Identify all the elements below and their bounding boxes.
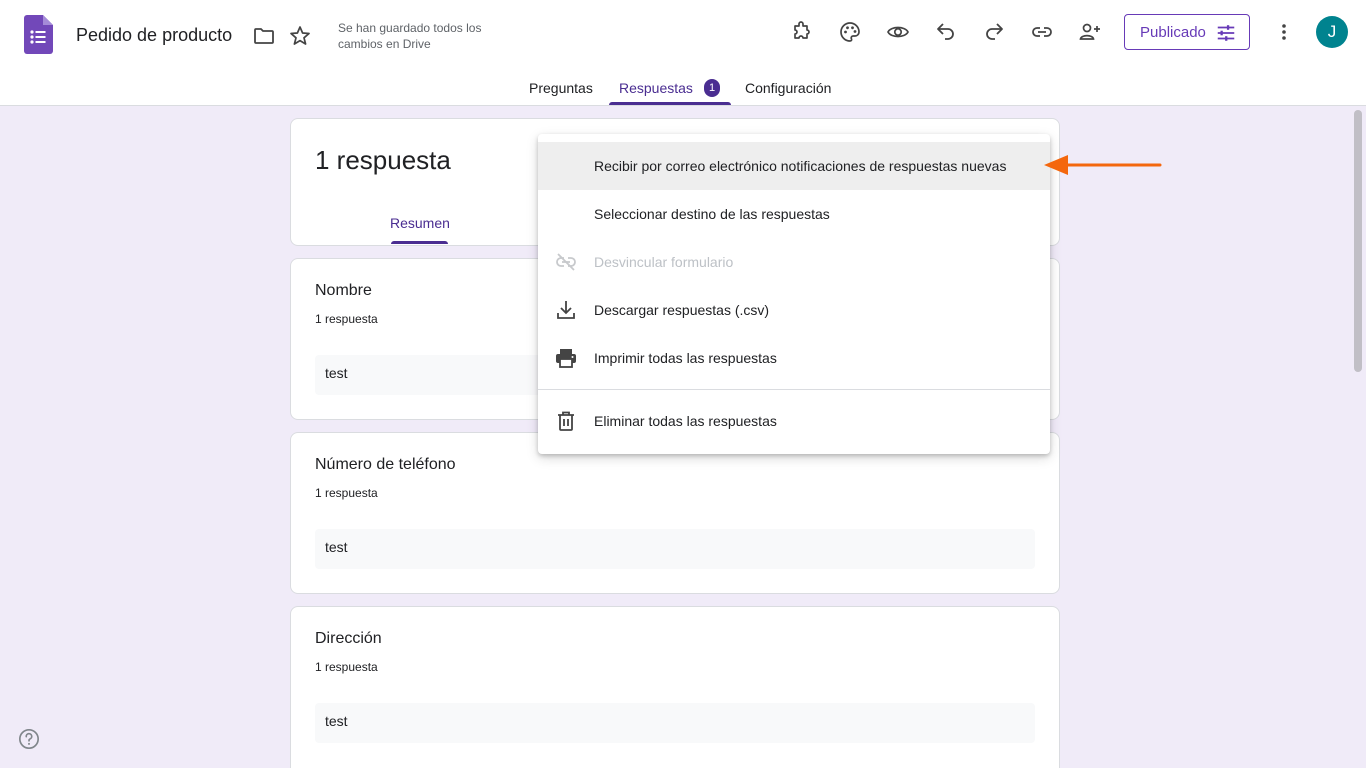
form-tabs: Preguntas Respuestas 1 Configuración xyxy=(0,70,1366,106)
more-vertical-icon[interactable] xyxy=(1272,20,1296,44)
undo-icon[interactable] xyxy=(934,20,958,44)
menu-item-label: Descargar respuestas (.csv) xyxy=(594,302,770,318)
menu-item-label: Eliminar todas las respuestas xyxy=(594,413,777,429)
menu-item-label: Imprimir todas las respuestas xyxy=(594,350,777,366)
active-tab-indicator xyxy=(609,102,731,105)
account-avatar[interactable]: J xyxy=(1316,16,1348,48)
question-response-count: 1 respuesta xyxy=(315,312,378,326)
publish-button[interactable]: Publicado xyxy=(1124,14,1250,50)
response-count-heading: 1 respuesta xyxy=(315,145,451,175)
menu-item-select-destination[interactable]: Seleccionar destino de las respuestas xyxy=(538,190,1050,238)
save-status: Se han guardado todos los cambios en Dri… xyxy=(338,21,482,51)
help-icon[interactable] xyxy=(18,728,40,750)
page-scrollbar[interactable] xyxy=(1354,110,1362,372)
addons-puzzle-icon[interactable] xyxy=(790,20,814,44)
responses-count-badge: 1 xyxy=(704,79,720,97)
question-title: Dirección xyxy=(315,630,382,647)
tab-resumen[interactable]: Resumen xyxy=(390,215,450,231)
copy-link-icon[interactable] xyxy=(1030,20,1054,44)
star-icon[interactable] xyxy=(288,24,312,48)
google-forms-logo-icon[interactable] xyxy=(24,15,53,54)
question-card: Número de teléfono 1 respuesta test xyxy=(290,432,1060,594)
answer-value: test xyxy=(315,703,1035,743)
folder-icon[interactable] xyxy=(252,24,276,48)
menu-item-delete-all[interactable]: Eliminar todas las respuestas xyxy=(538,397,1050,445)
annotation-arrow-icon xyxy=(1044,155,1162,175)
menu-item-email-notifications[interactable]: Recibir por correo electrónico notificac… xyxy=(538,142,1050,190)
add-collaborator-icon[interactable] xyxy=(1078,20,1102,44)
download-icon xyxy=(557,301,575,319)
tune-sliders-icon xyxy=(1217,25,1235,41)
menu-item-unlink-form: Desvincular formulario xyxy=(538,238,1050,286)
tab-preguntas[interactable]: Preguntas xyxy=(529,80,593,96)
question-response-count: 1 respuesta xyxy=(315,660,378,674)
tab-configuracion[interactable]: Configuración xyxy=(745,80,831,96)
question-response-count: 1 respuesta xyxy=(315,486,378,500)
question-card: Dirección 1 respuesta test xyxy=(290,606,1060,768)
menu-item-label: Desvincular formulario xyxy=(594,254,734,270)
trash-icon xyxy=(558,411,574,431)
redo-icon[interactable] xyxy=(982,20,1006,44)
menu-item-label: Seleccionar destino de las respuestas xyxy=(594,206,830,222)
responses-more-menu: Recibir por correo electrónico notificac… xyxy=(538,134,1050,454)
menu-item-label: Recibir por correo electrónico notificac… xyxy=(594,158,1007,174)
menu-item-download-csv[interactable]: Descargar respuestas (.csv) xyxy=(538,286,1050,334)
menu-divider xyxy=(538,389,1050,390)
print-icon xyxy=(556,349,576,368)
tab-respuestas[interactable]: Respuestas xyxy=(619,80,693,96)
menu-item-print-all[interactable]: Imprimir todas las respuestas xyxy=(538,334,1050,382)
summary-tab-indicator xyxy=(391,241,448,244)
document-title[interactable]: Pedido de producto xyxy=(76,25,232,46)
answer-value: test xyxy=(315,529,1035,569)
question-title: Número de teléfono xyxy=(315,456,456,473)
publish-button-label: Publicado xyxy=(1140,23,1206,41)
preview-eye-icon[interactable] xyxy=(886,20,910,44)
question-title: Nombre xyxy=(315,282,372,299)
palette-icon[interactable] xyxy=(838,20,862,44)
link-off-icon xyxy=(556,253,576,271)
app-header: Pedido de producto Se han guardado todos… xyxy=(0,0,1366,106)
